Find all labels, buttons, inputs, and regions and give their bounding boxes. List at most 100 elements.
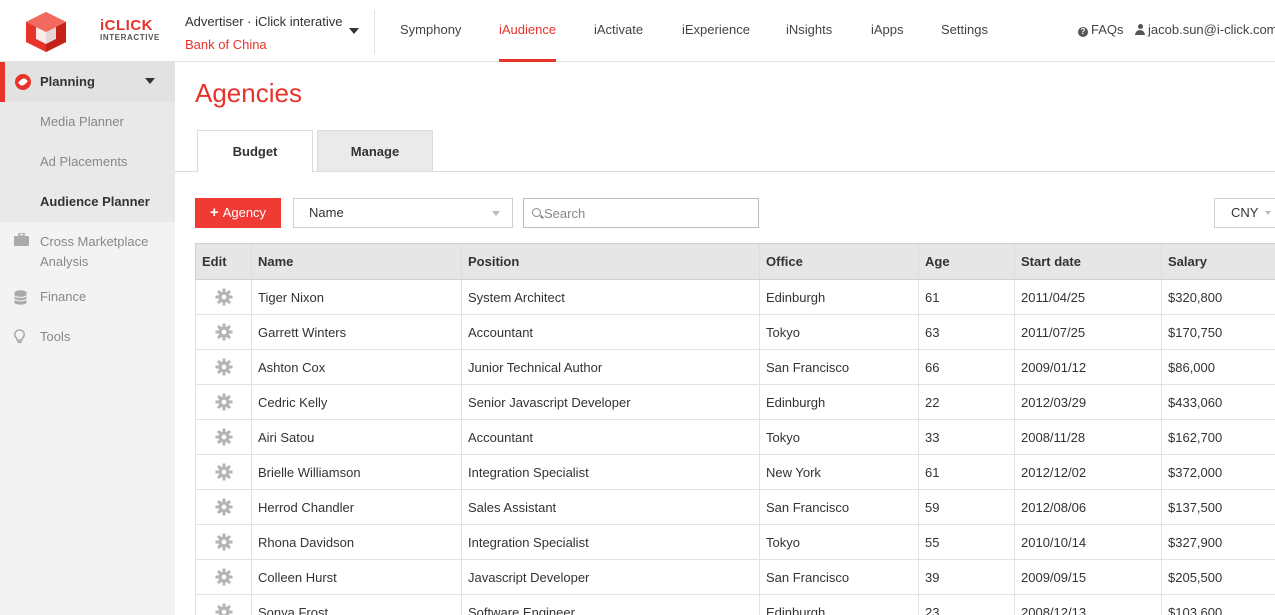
cell-age: 33 — [918, 419, 1015, 455]
sidebar-item-audience-planner[interactable]: Audience Planner — [0, 182, 175, 222]
tab-manage[interactable]: Manage — [317, 130, 433, 172]
cell-age: 23 — [918, 594, 1015, 615]
gear-icon[interactable] — [214, 463, 233, 481]
cell-start-date: 2008/11/28 — [1014, 419, 1162, 455]
currency-select[interactable]: CNY — [1214, 198, 1275, 228]
gear-icon[interactable] — [214, 393, 233, 411]
column-header-edit[interactable]: Edit — [195, 243, 252, 280]
sidebar-item-cross-marketplace[interactable]: Cross Marketplace Analysis — [0, 232, 160, 272]
edit-cell — [195, 349, 252, 385]
column-header-salary[interactable]: Salary — [1161, 243, 1275, 280]
sidebar-item-tools[interactable]: Tools — [0, 327, 175, 347]
cell-office: New York — [759, 454, 919, 490]
table-row[interactable]: Ashton Cox Junior Technical Author San Fra… — [195, 349, 1275, 385]
column-header-start-date[interactable]: Start date — [1014, 243, 1162, 280]
cell-office: Tokyo — [759, 419, 919, 455]
cell-salary: $103,600 — [1161, 594, 1275, 615]
nav-iexperience[interactable]: iExperience — [682, 0, 750, 62]
nav-symphony[interactable]: Symphony — [400, 0, 461, 62]
column-header-name[interactable]: Name — [251, 243, 462, 280]
tab-budget[interactable]: Budget — [197, 130, 313, 173]
cell-position: Accountant — [461, 314, 760, 350]
table-row[interactable]: Colleen Hurst Javascript Developer San Fra… — [195, 559, 1275, 595]
cell-start-date: 2012/03/29 — [1014, 384, 1162, 420]
brand-line2: INTERACTIVE — [100, 33, 160, 42]
table-row[interactable]: Herrod Chandler Sales Assistant San Franci… — [195, 489, 1275, 525]
cell-office: Edinburgh — [759, 594, 919, 615]
gear-icon[interactable] — [214, 533, 233, 551]
page-title: Agencies — [195, 78, 302, 108]
cell-position: Integration Specialist — [461, 454, 760, 490]
cell-start-date: 2009/09/15 — [1014, 559, 1162, 595]
cell-position: Javascript Developer — [461, 559, 760, 595]
sidebar-item-ad-placements[interactable]: Ad Placements — [0, 142, 175, 182]
cell-age: 66 — [918, 349, 1015, 385]
table-row[interactable]: Tiger Nixon System Architect Edinburgh 61 20… — [195, 279, 1275, 315]
cell-age: 55 — [918, 524, 1015, 560]
sidebar-item-label: Cross Marketplace Analysis — [40, 234, 149, 269]
cell-salary: $372,000 — [1161, 454, 1275, 490]
user-email: jacob.sun@i-click.com — [1148, 22, 1275, 37]
cell-salary: $170,750 — [1161, 314, 1275, 350]
table-row[interactable]: Cedric Kelly Senior Javascript Developer E… — [195, 384, 1275, 420]
edit-cell — [195, 384, 252, 420]
nav-settings[interactable]: Settings — [941, 0, 988, 62]
edit-cell — [195, 419, 252, 455]
table-row[interactable]: Sonya Frost Software Engineer Edinburgh 23 2… — [195, 594, 1275, 615]
advertiser-switcher[interactable]: Advertiser · iClick interative Bank of C… — [175, 10, 375, 54]
add-agency-button[interactable]: + Agency — [195, 198, 281, 228]
cell-position: Software Engineer — [461, 594, 760, 615]
cell-office: San Francisco — [759, 489, 919, 525]
search-input[interactable] — [544, 203, 754, 223]
cell-name: Rhona Davidson — [251, 524, 462, 560]
column-header-office[interactable]: Office — [759, 243, 919, 280]
sidebar-item-planning[interactable]: Planning — [0, 62, 175, 102]
brand-wordmark: iCLICK INTERACTIVE — [100, 18, 160, 42]
cell-age: 63 — [918, 314, 1015, 350]
user-menu[interactable]: jacob.sun@i-click.com — [1135, 0, 1275, 62]
nav-iapps[interactable]: iApps — [871, 0, 904, 62]
table-row[interactable]: Rhona Davidson Integration Specialist Toky… — [195, 524, 1275, 560]
agencies-table: Edit Name Position Office Age Start date… — [195, 243, 1275, 615]
database-icon — [14, 290, 27, 305]
cell-name: Cedric Kelly — [251, 384, 462, 420]
sidebar-item-media-planner[interactable]: Media Planner — [0, 102, 175, 142]
nav-iactivate[interactable]: iActivate — [594, 0, 643, 62]
cell-start-date: 2009/01/12 — [1014, 349, 1162, 385]
cell-position: Accountant — [461, 419, 760, 455]
cell-start-date: 2010/10/14 — [1014, 524, 1162, 560]
gear-icon[interactable] — [214, 428, 233, 446]
faqs-link[interactable]: ? FAQs — [1078, 0, 1124, 62]
gear-icon[interactable] — [214, 358, 233, 376]
cell-salary: $320,800 — [1161, 279, 1275, 315]
nav-iaudience[interactable]: iAudience — [499, 0, 557, 62]
gear-icon[interactable] — [214, 288, 233, 306]
column-header-age[interactable]: Age — [918, 243, 1015, 280]
cell-salary: $433,060 — [1161, 384, 1275, 420]
gear-icon[interactable] — [214, 568, 233, 586]
compass-icon — [15, 74, 31, 90]
table-row[interactable]: Brielle Williamson Integration Specialist… — [195, 454, 1275, 490]
table-body: Tiger Nixon System Architect Edinburgh 61 20… — [195, 279, 1275, 615]
cell-name: Herrod Chandler — [251, 489, 462, 525]
table-row[interactable]: Garrett Winters Accountant Tokyo 63 2011/07/… — [195, 314, 1275, 350]
gear-icon[interactable] — [214, 498, 233, 516]
tab-bar: Budget Manage — [175, 130, 1275, 173]
cell-start-date: 2011/04/25 — [1014, 279, 1162, 315]
cell-age: 61 — [918, 454, 1015, 490]
iclick-logo[interactable]: iCLICK INTERACTIVE — [22, 8, 159, 54]
cell-age: 59 — [918, 489, 1015, 525]
cell-salary: $86,000 — [1161, 349, 1275, 385]
column-header-position[interactable]: Position — [461, 243, 760, 280]
table-row[interactable]: Airi Satou Accountant Tokyo 33 2008/11/28 $16… — [195, 419, 1275, 455]
sidebar-item-label: Planning — [40, 74, 95, 89]
filter-field-select[interactable]: Name — [293, 198, 513, 228]
gear-icon[interactable] — [214, 603, 233, 615]
sidebar-item-finance[interactable]: Finance — [0, 287, 175, 307]
gear-icon[interactable] — [214, 323, 233, 341]
caret-down-icon — [145, 78, 155, 84]
advertiser-label: Advertiser · iClick interative — [185, 14, 343, 29]
caret-down-icon — [492, 211, 500, 216]
nav-insights[interactable]: iNsights — [786, 0, 832, 62]
cell-position: Integration Specialist — [461, 524, 760, 560]
